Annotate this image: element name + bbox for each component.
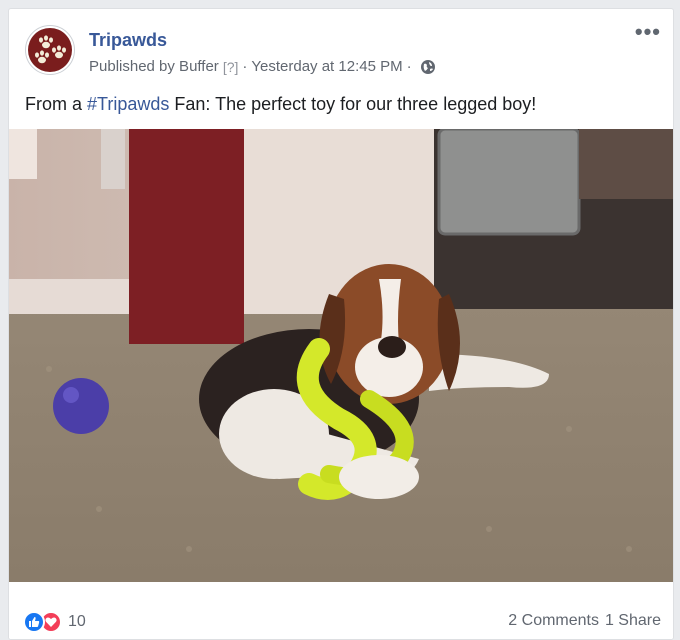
timestamp-link[interactable]: Yesterday at 12:45 PM <box>251 58 402 75</box>
more-options-icon[interactable]: ••• <box>635 21 661 43</box>
comments-count-link[interactable]: 2 Comments <box>508 612 599 630</box>
paw-logo-icon <box>28 28 72 72</box>
caption-prefix: From a <box>25 94 88 114</box>
hashtag-link[interactable]: #Tripawds <box>87 94 169 114</box>
shares-count-link[interactable]: 1 Share <box>605 612 661 630</box>
globe-icon[interactable] <box>420 59 436 75</box>
reaction-count: 10 <box>68 613 86 630</box>
dog-with-toy-photo <box>9 129 673 582</box>
post-caption: From a #Tripawds Fan: The perfect toy fo… <box>25 94 536 115</box>
post-card: Tripawds Published by Buffer [?] · Yeste… <box>8 8 674 640</box>
page-name-link[interactable]: Tripawds <box>89 30 167 51</box>
separator: · <box>406 58 412 75</box>
like-icon <box>23 611 45 633</box>
post-photo[interactable] <box>9 129 673 582</box>
separator: · <box>242 58 248 75</box>
post-meta: Published by Buffer [?] · Yesterday at 1… <box>89 58 436 75</box>
caption-suffix: Fan: The perfect toy for our three legge… <box>169 94 537 114</box>
reactions[interactable]: 10 <box>23 611 86 633</box>
published-by-text[interactable]: Published by Buffer <box>89 58 219 75</box>
page-avatar[interactable] <box>25 25 75 75</box>
help-marker[interactable]: [?] <box>223 59 239 75</box>
post-footer: 10 2 Comments 1 Share <box>9 582 673 639</box>
